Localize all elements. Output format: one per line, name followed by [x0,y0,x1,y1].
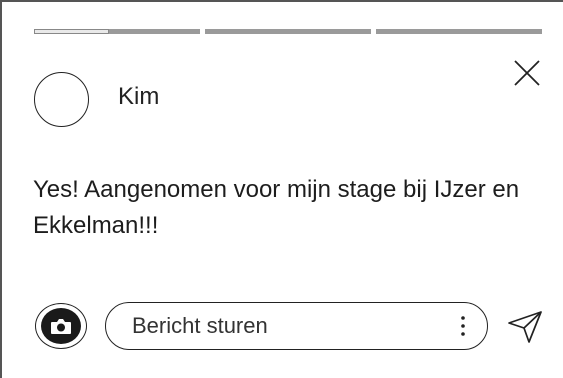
story-message: Yes! Aangenomen voor mijn stage bij IJze… [33,176,520,239]
more-vertical-icon [461,316,465,336]
message-input-placeholder: Bericht sturen [132,313,268,338]
progress-segment-1-fill [34,29,109,34]
camera-icon-bg [41,308,81,344]
camera-icon [51,319,71,334]
progress-segment-3 [376,29,542,34]
camera-button[interactable] [35,303,87,349]
close-icon [514,60,540,86]
message-input[interactable]: Bericht sturen [105,302,488,350]
story-progress-bar [34,29,542,35]
more-options-button[interactable] [453,311,473,341]
send-button[interactable] [505,306,545,346]
progress-segment-2 [205,29,371,34]
avatar[interactable] [34,72,89,127]
progress-segment-1 [34,29,200,34]
send-icon [508,311,542,343]
username[interactable]: Kim [118,83,159,111]
close-button[interactable] [511,57,543,89]
